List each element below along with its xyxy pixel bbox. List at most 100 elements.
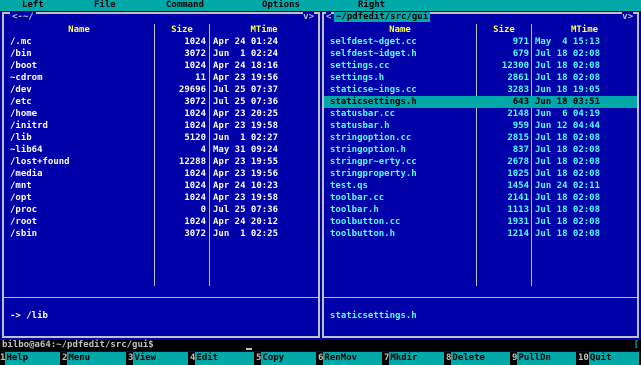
menu-command[interactable]: Command: [166, 0, 204, 11]
left-col-size[interactable]: Size: [155, 24, 209, 36]
fkey-delete[interactable]: 8Delete: [446, 352, 512, 365]
fkey-help[interactable]: 1Help: [0, 352, 62, 365]
file-row[interactable]: test.qs 1454 Jun 24 02:11: [324, 180, 637, 192]
right-panel[interactable]: ~/pdfedit/src/gui < v> Name Size MTime s…: [322, 12, 639, 338]
file-row[interactable]: /lost+found 12288 Apr 23 19:55: [4, 156, 318, 168]
file-row[interactable]: ~cdrom 11 Apr 23 19:56: [4, 72, 318, 84]
file-size: 1024: [184, 217, 206, 227]
file-row[interactable]: /.mc 1024 Apr 24 01:24: [4, 36, 318, 48]
right-panel-info: staticsettings.h: [330, 311, 417, 321]
file-row[interactable]: toolbutton.h 1214 Jul 18 02:08: [324, 228, 637, 240]
file-size: 1214: [507, 229, 529, 239]
fkey-copy[interactable]: 5Copy: [256, 352, 318, 365]
right-panel-path[interactable]: ~/pdfedit/src/gui: [334, 12, 431, 22]
right-panel-corner-left[interactable]: <: [326, 12, 332, 22]
file-mtime: Jul 25 07:36: [213, 97, 279, 107]
file-row[interactable]: settings.h 2861 Jul 18 02:08: [324, 72, 637, 84]
file-size: 679: [512, 49, 529, 59]
file-row[interactable]: /mnt 1024 Apr 24 10:23: [4, 180, 318, 192]
file-row[interactable]: /opt 1024 Apr 23 19:58: [4, 192, 318, 204]
file-mtime: Apr 23 19:58: [213, 121, 279, 131]
file-size: 3072: [184, 229, 206, 239]
file-row[interactable]: staticsettings.h 643 Jun 18 03:51: [324, 96, 637, 108]
file-row[interactable]: staticse~ings.cc 3283 Jun 18 19:05: [324, 84, 637, 96]
file-name: toolbar.h: [330, 205, 379, 215]
left-col-name[interactable]: Name: [4, 24, 154, 36]
menu-bar: Left File Command Options Right: [0, 0, 641, 11]
file-row[interactable]: /home 1024 Apr 23 20:25: [4, 108, 318, 120]
menu-options[interactable]: Options: [262, 0, 300, 11]
left-panel-separator: [4, 297, 318, 298]
file-row[interactable]: toolbutton.cc 1931 Jul 18 02:08: [324, 216, 637, 228]
command-line[interactable]: bilbo@a64:~/pdfedit/src/gui$ [: [0, 340, 641, 351]
cursor: [246, 348, 252, 350]
menu-right[interactable]: Right: [358, 0, 385, 11]
file-name: /boot: [10, 61, 38, 71]
right-col-size[interactable]: Size: [477, 24, 531, 36]
file-row[interactable]: /media 1024 Apr 23 19:56: [4, 168, 318, 180]
file-mtime: May 31 09:24: [213, 145, 279, 155]
menu-left[interactable]: Left: [22, 0, 44, 11]
file-row[interactable]: settings.cc 12300 Jul 18 02:08: [324, 60, 637, 72]
file-row[interactable]: stringproperty.h 1025 Jul 18 02:08: [324, 168, 637, 180]
file-row[interactable]: stringoption.cc 2815 Jul 18 02:08: [324, 132, 637, 144]
file-row[interactable]: selfdest~idget.h 679 Jul 18 02:08: [324, 48, 637, 60]
file-row[interactable]: /boot 1024 Apr 24 18:16: [4, 60, 318, 72]
file-row[interactable]: /root 1024 Apr 24 20:12: [4, 216, 318, 228]
file-name: statusbar.cc: [330, 109, 396, 119]
fkey-label: PullDn: [517, 352, 577, 365]
fkey-quit[interactable]: 10Quit: [578, 352, 641, 365]
fkey-menu[interactable]: 2Menu: [62, 352, 128, 365]
file-row[interactable]: /sbin 3072 Jun 1 02:25: [4, 228, 318, 240]
fkey-label: View: [133, 352, 189, 365]
file-size: 1024: [184, 181, 206, 191]
file-size: 29696: [178, 85, 206, 95]
file-row[interactable]: toolbar.cc 2141 Jul 18 02:08: [324, 192, 637, 204]
file-size: 12300: [501, 61, 529, 71]
file-row[interactable]: selfdest~dget.cc 971 May 4 15:13: [324, 36, 637, 48]
file-mtime: May 4 15:13: [535, 37, 601, 47]
file-row[interactable]: /lib 5120 Jun 1 02:27: [4, 132, 318, 144]
left-panel-corner[interactable]: v>: [303, 12, 314, 22]
file-row[interactable]: toolbar.h 1113 Jul 18 02:08: [324, 204, 637, 216]
file-name: stringoption.h: [330, 145, 406, 155]
file-row[interactable]: /initrd 1024 Apr 23 19:58: [4, 120, 318, 132]
left-file-list: /.mc 1024 Apr 24 01:24/bin 3072 Jun 1 02:24/…: [4, 36, 318, 240]
file-name: /proc: [10, 205, 38, 215]
left-panel[interactable]: <-~/ v> Name Size MTime /.mc 1024 Apr 24 0…: [2, 12, 320, 338]
file-name: statusbar.h: [330, 121, 390, 131]
file-name: /media: [10, 169, 43, 179]
file-size: 4: [200, 145, 206, 155]
file-mtime: Jul 18 02:08: [535, 229, 601, 239]
menu-file[interactable]: File: [94, 0, 116, 11]
fkey-pulldn[interactable]: 9PullDn: [512, 352, 578, 365]
fkey-view[interactable]: 3View: [128, 352, 190, 365]
file-mtime: Apr 24 10:23: [213, 181, 279, 191]
file-row[interactable]: statusbar.cc 2148 Jun 6 04:19: [324, 108, 637, 120]
right-col-name[interactable]: Name: [324, 24, 476, 36]
file-row[interactable]: statusbar.h 959 Jun 12 04:44: [324, 120, 637, 132]
file-row[interactable]: /bin 3072 Jun 1 02:24: [4, 48, 318, 60]
file-name: ~cdrom: [10, 73, 43, 83]
fkey-edit[interactable]: 4Edit: [190, 352, 256, 365]
left-col-mtime[interactable]: MTime: [210, 24, 318, 36]
left-panel-info: -> /lib: [10, 311, 48, 321]
file-mtime: Jul 18 02:08: [535, 145, 601, 155]
file-name: stringproperty.h: [330, 169, 417, 179]
left-panel-path[interactable]: <-~/: [10, 12, 36, 22]
file-row[interactable]: ~lib64 4 May 31 09:24: [4, 144, 318, 156]
file-mtime: Jul 18 02:08: [535, 169, 601, 179]
right-col-mtime[interactable]: MTime: [532, 24, 637, 36]
file-size: 2861: [507, 73, 529, 83]
file-row[interactable]: /dev 29696 Jul 25 07:37: [4, 84, 318, 96]
right-panel-corner[interactable]: v>: [622, 12, 633, 22]
file-size: 0: [200, 205, 206, 215]
file-row[interactable]: stringoption.h 837 Jul 18 02:08: [324, 144, 637, 156]
file-row[interactable]: /proc 0 Jul 25 07:36: [4, 204, 318, 216]
fkey-mkdir[interactable]: 7Mkdir: [384, 352, 446, 365]
file-row[interactable]: /etc 3072 Jul 25 07:36: [4, 96, 318, 108]
fkey-renmov[interactable]: 6RenMov: [318, 352, 384, 365]
file-row[interactable]: stringpr~erty.cc 2678 Jul 18 02:08: [324, 156, 637, 168]
file-name: selfdest~idget.h: [330, 49, 417, 59]
file-name: /lost+found: [10, 157, 70, 167]
